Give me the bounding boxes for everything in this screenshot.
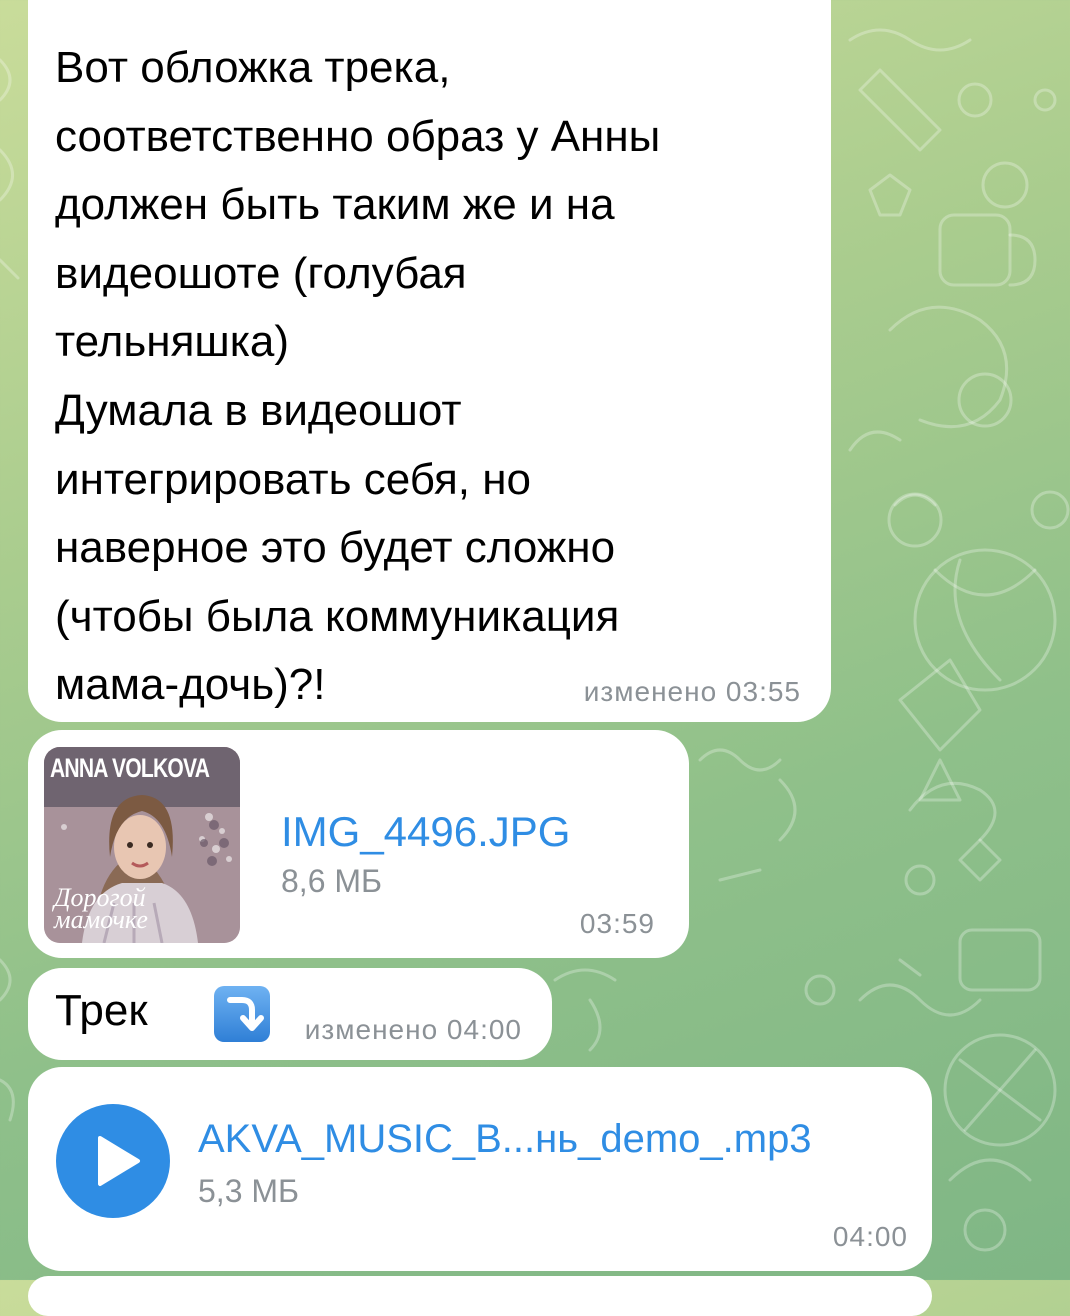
file-size: 5,3 МБ [198,1173,300,1209]
file-size: 8,6 МБ [281,863,383,899]
file-name-link[interactable]: IMG_4496.JPG [281,808,570,856]
message-edited-time: изменено 04:00 [304,1014,522,1045]
play-icon [98,1136,140,1186]
message-bubble[interactable]: Вот обложка трека, соответственно образ … [28,0,831,722]
play-button[interactable] [56,1104,170,1218]
next-message-bubble[interactable] [28,1276,932,1316]
image-thumbnail[interactable]: ANNA VOLKOVA Дорогой мамочке [44,747,240,943]
message-time: 04:00 [832,1221,908,1252]
audio-file-name-link[interactable]: AKVA_MUSIC_B...нь_demo_.mp3 [198,1117,812,1162]
file-message-bubble[interactable]: ANNA VOLKOVA Дорогой мамочке IMG_4496.JP… [28,730,689,958]
audio-message-bubble[interactable]: AKVA_MUSIC_B...нь_demo_.mp3 5,3 МБ 04:00 [28,1067,932,1271]
message-text: Вот обложка трека, соответственно образ … [55,43,661,710]
cover-script-text: Дорогой мамочке [54,883,148,934]
message-text: Трек [55,986,148,1035]
arrow-down-right-icon [214,986,270,1042]
cover-title-text: ANNA VOLKOVA [50,753,210,783]
message-edited-time: изменено 03:55 [583,676,801,707]
message-bubble[interactable]: Трек изменено 04:00 [28,968,552,1060]
message-time: 03:59 [579,908,655,939]
